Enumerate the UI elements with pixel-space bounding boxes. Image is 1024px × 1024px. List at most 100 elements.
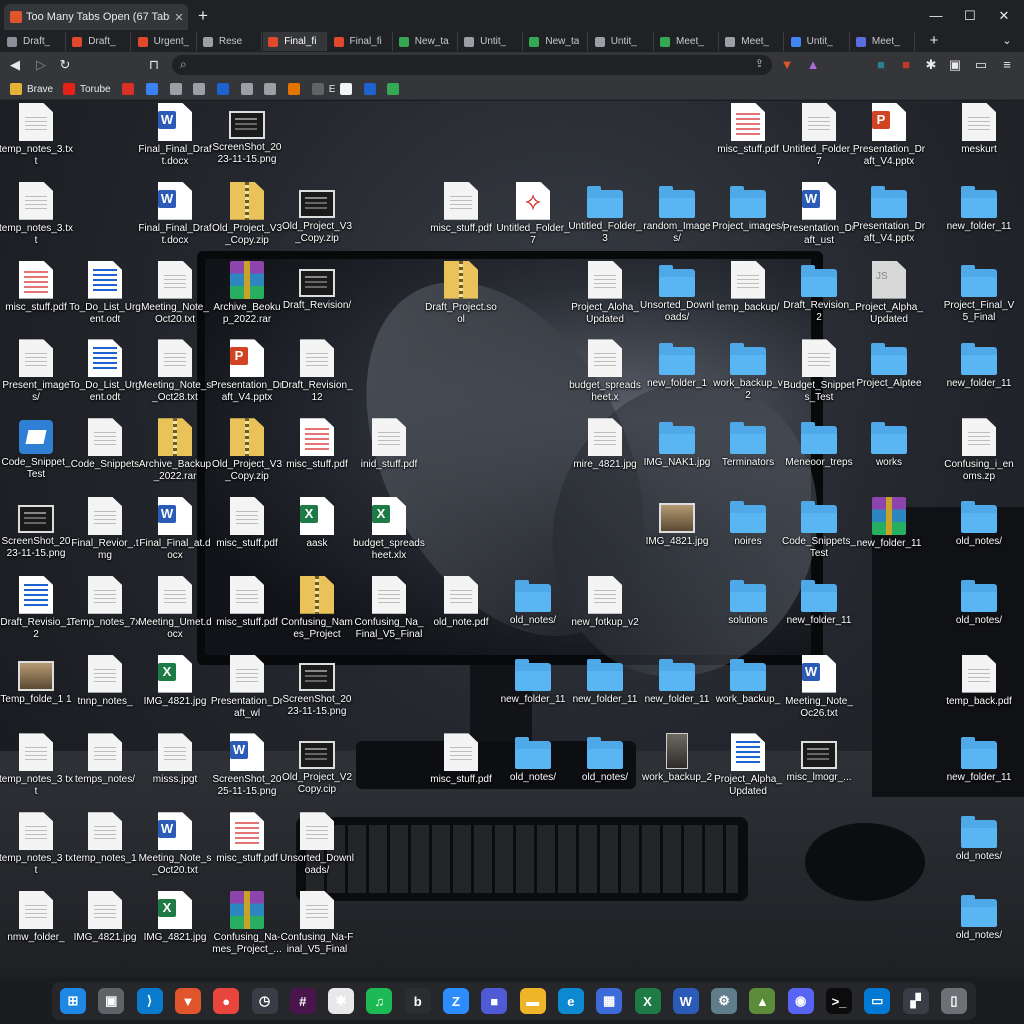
bookmark-item[interactable] [387,81,404,97]
desktop-icon[interactable]: To_Do_List_Urgent.odt [68,260,142,337]
bookmark-item[interactable]: Torube [63,81,111,97]
browser-tab[interactable]: Draft_ [67,32,132,51]
minimize-button[interactable]: — [918,4,954,28]
bookmark-item[interactable] [122,81,139,97]
desktop-icon[interactable]: ScreenShot_2023-11-15.png [280,655,354,731]
desktop-icon[interactable]: nmw_folder_ [0,891,73,967]
desktop-icon[interactable]: misc_stuff.pdf [280,418,354,494]
desktop-icon[interactable]: Code_Snippet_Test [0,418,73,494]
close-tab-icon[interactable]: ✕ [170,11,188,24]
desktop-icon[interactable]: Draft_Project.sool [424,260,498,337]
reload-button[interactable]: ↻ [56,56,74,74]
desktop-icon[interactable]: IMG_NAK1.jpg [640,418,714,494]
desktop-icon[interactable]: old_note.pdf [424,575,498,652]
desktop-icon[interactable]: temp_notes_3 txt [0,733,73,809]
desktop-icon[interactable]: Presentation_Draft_V4.pptx [852,182,926,258]
extension-icon[interactable]: ■ [872,56,890,74]
desktop-icon[interactable]: Untitled_Folder_7 [496,181,570,258]
desktop-icon[interactable]: To_Do_List_Urgent.odt [68,339,142,415]
task-view-taskbar-icon[interactable]: ▣ [98,988,125,1014]
slack-taskbar-icon[interactable]: # [289,988,316,1014]
desktop-icon[interactable]: misc_stuff.pdf [424,181,498,258]
desktop-icon[interactable]: IMG_4821.jpg [138,891,212,967]
browser-tab[interactable]: Untit_ [459,32,524,51]
desktop-icon[interactable]: temp_notes_1 [68,812,142,888]
desktop-icon[interactable]: Draft_Revision/ [280,261,354,337]
bookmark-item[interactable]: E [311,81,335,97]
sidebar-icon[interactable]: ▣ [946,56,964,74]
desktop-icon[interactable]: old_notes/ [942,812,1016,888]
desktop-icon[interactable]: Archive_Beoku p_2022.rar [210,260,284,337]
menu-icon[interactable]: ≡ [998,56,1016,74]
browser-tab[interactable]: Rese [198,32,262,51]
desktop-icon[interactable]: meskurt [942,103,1016,179]
desktop-icon[interactable]: misc_stuff.pdf [0,260,73,337]
desktop-icon[interactable]: Final_Final_at.docx [138,497,212,573]
brave-shields-icon[interactable]: ▼ [778,56,796,74]
bookmark-item[interactable] [145,81,163,97]
excel-taskbar-icon[interactable]: X [634,988,661,1014]
desktop-icon[interactable]: Final_Final_Draft.docx [138,181,212,258]
desktop-icon[interactable]: ScreenShot_2023-11-15.png [0,497,73,573]
file-explorer-taskbar-icon[interactable]: ▬ [519,988,546,1014]
desktop-icon[interactable]: Draft_Revisio_12 [0,575,73,652]
desktop-icon[interactable]: Draft_Revision_2 [782,261,856,337]
desktop-icon[interactable]: temp_backup/ [711,260,785,337]
address-bar[interactable]: ⌕ ⇪ [172,55,772,75]
desktop-icon[interactable]: new_fotkup_v2 [568,575,642,652]
desktop-icon[interactable]: Temp_folde_1 1 [0,655,73,731]
desktop-icon[interactable]: Presentation_Draft_V4.pptx [852,103,926,179]
desktop-icon[interactable]: Project_images/ [711,182,785,258]
tab-menu-chevron-icon[interactable]: ⌄ [998,32,1016,50]
desktop-icon[interactable]: Budget_Snippets_Test [782,339,856,415]
desktop-icon[interactable]: Terminators [711,418,785,494]
new-tab-button[interactable]: + [926,32,942,50]
back-button[interactable]: ◀ [6,56,24,74]
browser-tab[interactable]: Meet_ [655,32,719,51]
desktop-icon[interactable]: Untitled_Folder_7 [782,103,856,179]
desktop-icon[interactable]: noires [711,497,785,573]
bookmark-item[interactable] [193,81,210,97]
desktop-icon[interactable]: Old_Project_V3_Copy.zip [210,181,284,258]
new-window-button[interactable]: + [194,6,212,26]
browser-tab[interactable]: Draft_ [2,32,66,51]
bookmark-button[interactable]: ⊓ [145,56,163,74]
browser-tab[interactable]: New_ta [524,32,589,51]
desktop-icon[interactable]: Confusing_Na-Final_V5_Final [280,891,354,967]
desktop-icon[interactable]: new_folder_11 [568,655,642,731]
desktop-icon[interactable]: Temp_notes_7x [68,575,142,652]
desktop-icon[interactable]: budget_spreadsheet.xlx [352,497,426,573]
browser-tab[interactable]: Final_fi [329,32,393,51]
desktop-icon[interactable]: solutions [711,576,785,652]
word-taskbar-icon[interactable]: W [672,988,699,1014]
desktop-icon[interactable]: Meeting_Note_s_Oct20.txt [138,812,212,888]
desktop-icon[interactable]: old_notes/ [568,733,642,809]
desktop-icon[interactable]: new_folder_11 [782,576,856,652]
desktop-icon[interactable]: new_folder_11 [852,497,926,573]
onedrive-app-taskbar-icon[interactable]: ▞ [902,988,929,1014]
desktop-icon[interactable]: misc_stuff.pdf [711,103,785,179]
desktop-icon[interactable]: Final_Final_Draft.docx [138,103,212,179]
bookmark-item[interactable] [240,81,258,97]
share-icon[interactable]: ⇪ [755,57,764,70]
desktop-icon[interactable]: new_folder_11 [942,733,1016,809]
desktop-icon[interactable]: random_Images/ [640,182,714,258]
desktop-icon[interactable]: ScreenShot_2025-11-15.png [210,733,284,809]
browser-tab[interactable]: Meet_ [720,32,785,51]
desktop-icon[interactable]: aask [280,497,354,573]
desktop-icon[interactable]: Confusing_Na-mes_Project_... [210,891,284,967]
desktop-icon[interactable]: work_backup_v2 [711,339,785,415]
extensions-puzzle-icon[interactable]: ✱ [922,56,940,74]
desktop-icon[interactable]: misc_stuff.pdf [424,733,498,809]
desktop-icon[interactable]: Untitled_Folder_3 [568,182,642,258]
desktop-icon[interactable]: Meneoor_treps [782,418,856,494]
desktop-icon[interactable]: temp_notes_3.txt [0,103,73,179]
desktop-icon[interactable]: Project_Alpha_Updated [852,260,926,337]
desktop-icon[interactable]: old_notes/ [942,891,1016,967]
browser-tab[interactable]: Final_fi [263,32,328,51]
desktop-icon[interactable]: work_backup_ [711,655,785,731]
browser-tab[interactable]: Urgent_ [133,32,197,51]
desktop-icon[interactable]: Old_Project_V2 Copy.cip [280,733,354,809]
desktop-icon[interactable]: old_notes/ [496,733,570,809]
desktop-icon[interactable]: misc_stuff.pdf [210,497,284,573]
